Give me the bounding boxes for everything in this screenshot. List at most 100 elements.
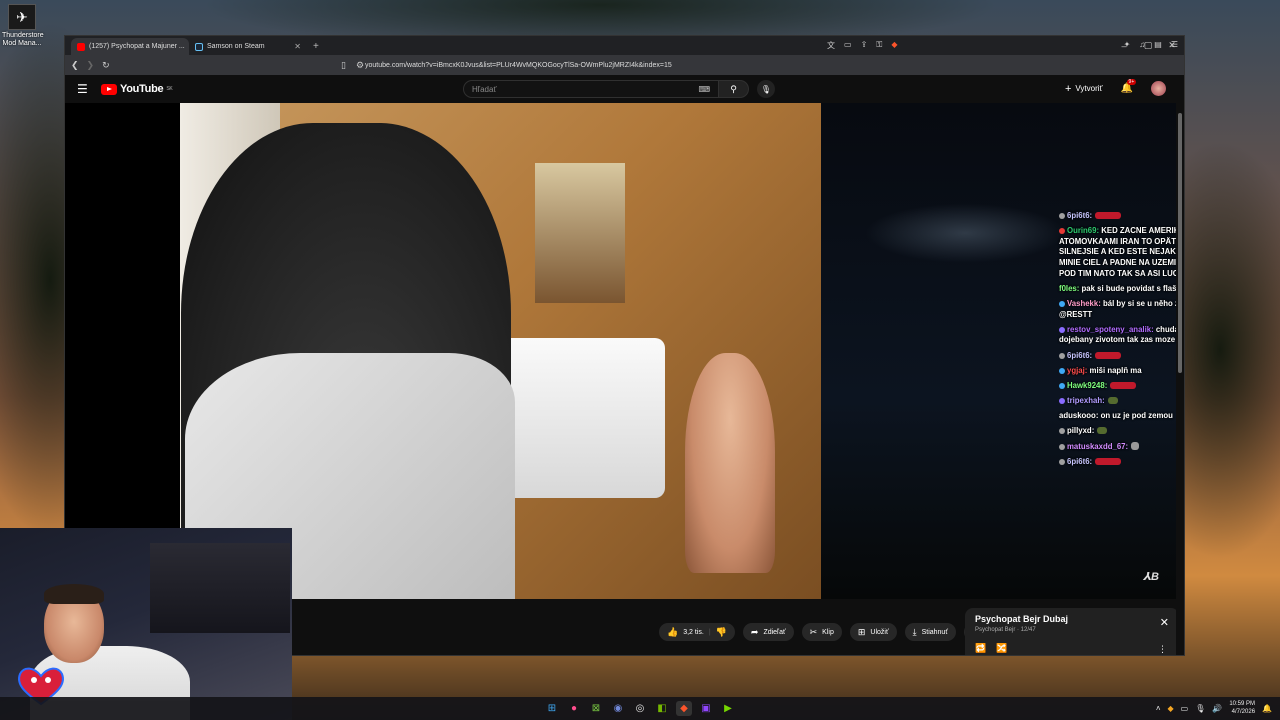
key-icon[interactable]: ⚿	[876, 40, 882, 51]
chat-badge-icon	[1059, 458, 1065, 465]
translate-icon[interactable]: 文	[827, 40, 835, 51]
playlist-title[interactable]: Psychopat Bejr Dubaj	[975, 614, 1169, 624]
loop-icon[interactable]: 🔁	[975, 643, 986, 654]
page-scrollbar[interactable]	[1176, 103, 1184, 655]
webcam-person-hair	[44, 584, 104, 604]
search-bar: Hľadať ⌨ ⚲ 🎙	[463, 80, 775, 98]
share-label: Zdieľať	[763, 628, 786, 636]
save-button[interactable]: ⊞ Uložiť	[849, 623, 897, 641]
bookmark-icon[interactable]: ▯	[341, 60, 346, 71]
site-settings-icon[interactable]: ⚙	[356, 60, 364, 71]
address-bar-actions: 文 ▭ ⇪ ⚿ ◆	[827, 40, 898, 51]
chat-username: Vashekk:	[1067, 298, 1101, 308]
like-button[interactable]: 👍 3,2 tis. | 👎	[659, 623, 735, 641]
start-windows-icon[interactable]: ⊞	[544, 701, 560, 716]
chat-text: miši naplň ma	[1089, 365, 1142, 375]
wallet-icon[interactable]: ▤	[1154, 40, 1162, 49]
microphone-icon: 🎙	[760, 84, 772, 94]
thumbs-down-icon[interactable]: 👎	[716, 627, 727, 638]
xbox-icon[interactable]: ⊠	[588, 701, 604, 716]
tab-steam[interactable]: Samson on Steam ✕	[189, 38, 307, 55]
chrome-icon[interactable]: ◎	[632, 701, 648, 716]
play-icon[interactable]: ▶	[720, 701, 736, 716]
scrollbar-thumb[interactable]	[1178, 113, 1182, 373]
mic-tray-icon[interactable]: 🎙	[1195, 704, 1205, 713]
youtube-logo[interactable]: YouTube SK	[101, 83, 173, 95]
chat-emote-icon	[1095, 457, 1122, 465]
chat-emote-icon	[1095, 351, 1122, 359]
notifications-button[interactable]: 🔔 9+	[1121, 79, 1137, 94]
video-player[interactable]: ⅄B 6pi6t6: Ourin69: KED ZACNE AMERIKA S …	[65, 103, 1177, 599]
brave-shield-icon[interactable]: ◆	[891, 40, 897, 51]
new-tab-button[interactable]: +	[307, 38, 325, 55]
shuffle-icon[interactable]: 🔀	[996, 643, 1007, 654]
chat-username: ygjaj:	[1067, 365, 1088, 375]
media-icon[interactable]: ♫	[1139, 40, 1145, 49]
notification-center-icon[interactable]: 🔔	[1262, 704, 1272, 713]
webcam-overlay	[0, 528, 292, 720]
cast-icon[interactable]: ▭	[844, 40, 852, 51]
chat-message: Ourin69: KED ZACNE AMERIKA S ATOMOVKAAMI…	[1059, 226, 1177, 279]
chat-badge-icon	[1059, 213, 1065, 219]
plus-icon: +	[1064, 82, 1072, 95]
menu-icon[interactable]: ☰	[1171, 40, 1178, 49]
nvidia-icon[interactable]: ◧	[654, 701, 670, 716]
download-label: Stiahnuť	[921, 628, 948, 636]
chat-message: matuskaxdd_67:	[1059, 441, 1177, 453]
tray-app-icon[interactable]: ◆	[1168, 704, 1174, 713]
chat-username: restov_spoteny_analik:	[1067, 324, 1154, 334]
video-scene-seated-man	[685, 353, 775, 573]
share-button[interactable]: ➦ Zdieľať	[742, 623, 794, 641]
chat-message: f0les: pak si bude povidat s flaškou	[1059, 284, 1177, 295]
voice-search-button[interactable]: 🎙	[757, 80, 775, 98]
account-avatar[interactable]	[1151, 81, 1166, 96]
search-button[interactable]: ⚲	[719, 80, 749, 98]
desktop-shortcut-thunderstore[interactable]: ✈ Thunderstore Mod Mana...	[2, 4, 44, 48]
download-button[interactable]: ⤓ Stiahnuť	[904, 623, 956, 641]
network-icon[interactable]: ▭	[1181, 704, 1189, 713]
keyboard-icon[interactable]: ⌨	[698, 85, 710, 94]
share-icon[interactable]: ⇪	[861, 40, 868, 51]
twitch-icon[interactable]: ▣	[698, 701, 714, 716]
tab-youtube[interactable]: (1257) Psychopat a Majuner ... ✕	[71, 38, 189, 55]
volume-icon[interactable]: 🔊	[1212, 704, 1222, 713]
chat-badge-icon	[1059, 367, 1065, 374]
scissors-icon: ✂	[809, 626, 818, 637]
steam-favicon-icon	[195, 42, 203, 51]
clip-button[interactable]: ✂ Klip	[801, 623, 842, 641]
clock[interactable]: 10:59 PM 4/7/2026	[1229, 700, 1255, 716]
chevron-up-icon[interactable]: ˄	[1156, 704, 1161, 713]
desktop-shortcut-label: Thunderstore Mod Mana...	[2, 32, 44, 47]
country-code: SK	[166, 86, 173, 92]
url-field[interactable]: youtube.com/watch?v=iBmcxK0Jvus&list=PLU…	[365, 62, 672, 69]
chat-message: pillyxd:	[1059, 426, 1177, 437]
system-tray: ˄ ◆ ▭ 🎙 🔊 10:59 PM 4/7/2026 🔔	[1156, 700, 1272, 716]
share-arrow-icon: ➦	[750, 626, 759, 637]
extensions-icon[interactable]: ✦	[1124, 40, 1131, 49]
chat-badge-icon	[1059, 326, 1065, 333]
location-pin-icon[interactable]: ●	[566, 701, 582, 716]
chat-emote-icon	[1131, 441, 1140, 450]
brave-icon[interactable]: ◆	[676, 701, 692, 716]
close-playlist-icon[interactable]: ✕	[1160, 616, 1169, 629]
back-icon[interactable]: ❮	[71, 60, 79, 71]
chat-emote-icon	[1107, 397, 1118, 405]
chat-username: f0les:	[1059, 283, 1080, 293]
taskbar: ⊞ ● ⊠ ◉ ◎ ◧ ◆ ▣ ▶ ˄ ◆ ▭ 🎙 🔊 10:59 PM 4/7…	[0, 697, 1280, 720]
hamburger-menu-icon[interactable]: ☰	[77, 82, 95, 96]
taskbar-apps: ⊞ ● ⊠ ◉ ◎ ◧ ◆ ▣ ▶	[544, 701, 736, 716]
chat-text: on uz je pod zemou	[1100, 411, 1173, 421]
chat-emote-icon	[1110, 381, 1137, 389]
create-button[interactable]: + Vytvoriť	[1065, 83, 1103, 95]
playlist-panel: Psychopat Bejr Dubaj Psychopat Bejr · 12…	[965, 608, 1179, 655]
tab-close-icon[interactable]: ✕	[294, 42, 301, 51]
reload-icon[interactable]: ↻	[102, 60, 110, 71]
search-input[interactable]: Hľadať ⌨	[463, 80, 719, 98]
playlist-more-icon[interactable]: ⋮	[1158, 644, 1167, 655]
discord-icon[interactable]: ◉	[610, 701, 626, 716]
forward-icon[interactable]: ❯	[87, 60, 95, 71]
chat-message: 6pi6t6:	[1059, 211, 1177, 222]
chat-overlay: 6pi6t6: Ourin69: KED ZACNE AMERIKA S ATO…	[1059, 211, 1177, 472]
playlist-controls: 🔁 🔀	[975, 643, 1007, 654]
chat-badge-icon	[1059, 382, 1065, 389]
